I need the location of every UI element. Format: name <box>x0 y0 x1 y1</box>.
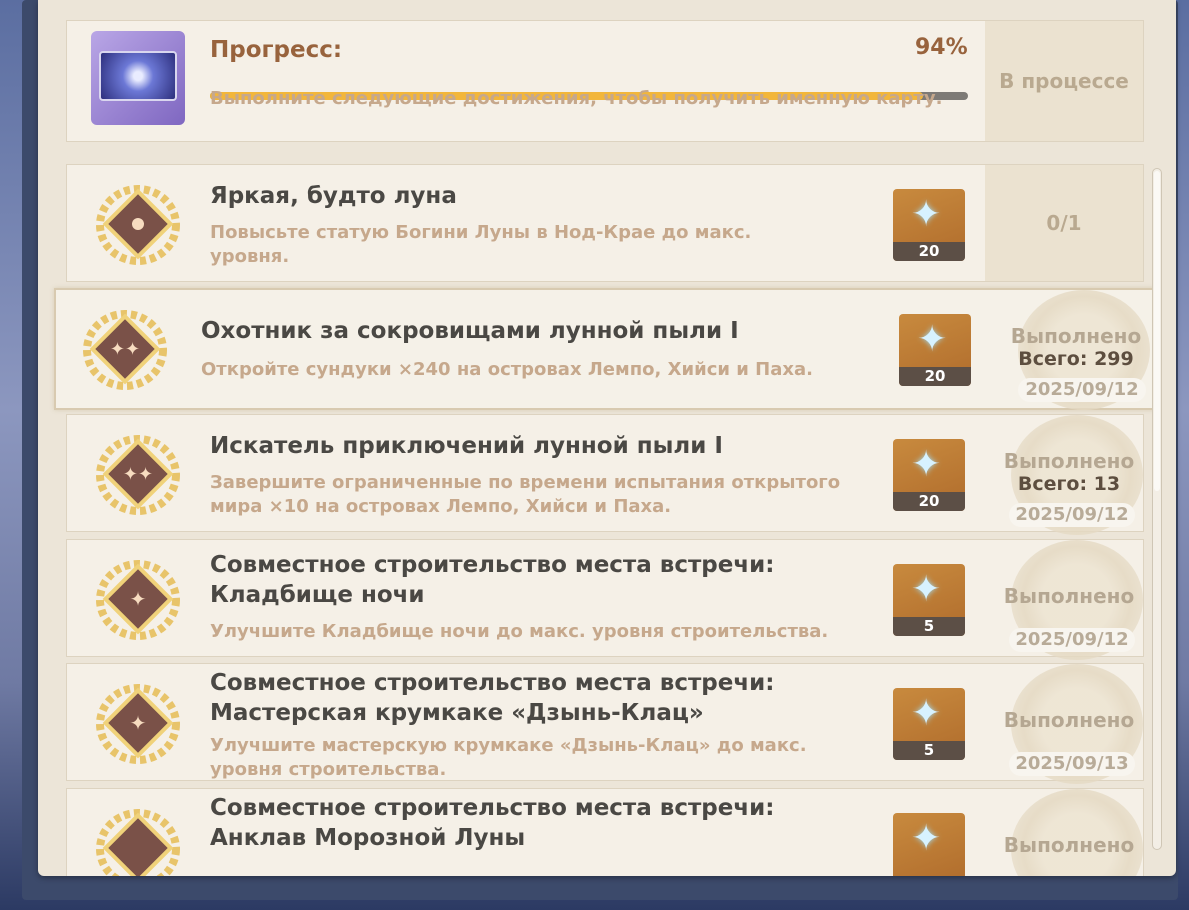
achievement-description: Откройте сундуки ×240 на островах Лемпо,… <box>201 359 813 380</box>
achievement-panel: Прогресс: 94% Выполните следующие достиж… <box>38 0 1176 876</box>
achievement-badge-icon: ✦✦ <box>83 310 167 390</box>
progress-description: Выполните следующие достижения, чтобы по… <box>210 88 943 109</box>
progress-status-box: В процессе <box>985 21 1143 141</box>
achievement-description: Повысьте статую Богини Луны в Нод-Крае д… <box>210 222 752 267</box>
reward-count: 5 <box>893 741 965 760</box>
progress-percent: 94% <box>915 35 968 60</box>
achievement-status: Выполнено <box>1003 833 1135 857</box>
achievement-row-selected[interactable]: ✦✦ Охотник за сокровищами лунной пыли I … <box>54 288 1156 410</box>
achievement-row[interactable]: Яркая, будто луна Повысьте статую Богини… <box>66 164 1144 282</box>
achievement-status: Выполнено <box>1003 449 1135 473</box>
scrollbar-thumb[interactable] <box>1154 171 1160 491</box>
primogem-reward: ✦ 5 <box>893 564 965 636</box>
achievement-badge-icon <box>96 185 180 265</box>
reward-count: 20 <box>899 367 971 386</box>
svg-text:✦✦: ✦✦ <box>110 339 140 360</box>
achievement-row[interactable]: ✦✦ Искатель приключений лунной пыли I За… <box>66 414 1144 535</box>
achievement-title: Совместное строительство места встречи: … <box>210 795 775 851</box>
primogem-reward: ✦ 5 <box>893 688 965 760</box>
achievement-title: Совместное строительство места встречи: … <box>210 670 775 726</box>
progress-card: Прогресс: 94% Выполните следующие достиж… <box>66 20 1144 142</box>
achievement-badge-icon: ✦✦ <box>96 435 180 515</box>
reward-count: 20 <box>893 492 965 511</box>
achievement-total: Всего: 13 <box>1017 473 1121 495</box>
achievement-row[interactable]: ✦ Совместное строительство места встречи… <box>66 539 1144 660</box>
primogem-icon: ✦ <box>911 444 942 485</box>
achievement-title: Искатель приключений лунной пыли I <box>210 433 723 459</box>
achievement-row[interactable]: Совместное строительство места встречи: … <box>66 788 1144 876</box>
achievement-row[interactable]: ✦ Совместное строительство места встречи… <box>66 663 1144 784</box>
primogem-icon: ✦ <box>911 569 942 610</box>
achievement-date: 2025/09/12 <box>1018 378 1146 402</box>
achievement-badge-icon: ✦ <box>96 684 180 764</box>
achievement-total: Всего: 299 <box>1018 348 1134 370</box>
achievement-date: 2025/09/12 <box>1009 503 1135 527</box>
achievement-badge-icon: ✦ <box>96 560 180 640</box>
achievement-title: Яркая, будто луна <box>210 183 457 209</box>
namecard-icon <box>91 31 185 125</box>
svg-text:✦✦: ✦✦ <box>123 464 153 485</box>
achievement-count: 0/1 <box>1046 211 1082 235</box>
primogem-icon: ✦ <box>917 319 948 360</box>
achievement-description: Завершите ограниченные по времени испыта… <box>210 472 841 517</box>
primogem-icon: ✦ <box>911 693 942 734</box>
achievement-status: Выполнено <box>1010 324 1142 348</box>
progress-status: В процессе <box>999 69 1129 93</box>
achievement-description: Улучшите Кладбище ночи до макс. уровня с… <box>210 621 829 642</box>
scrollbar[interactable] <box>1152 168 1162 850</box>
primogem-reward: ✦ 20 <box>893 439 965 511</box>
achievement-count-box: 0/1 <box>985 165 1143 281</box>
primogem-reward: ✦ <box>893 813 965 876</box>
achievement-title: Охотник за сокровищами лунной пыли I <box>201 318 739 344</box>
progress-title: Прогресс: <box>210 37 343 63</box>
reward-count: 5 <box>893 617 965 636</box>
primogem-reward: ✦ 20 <box>899 314 971 386</box>
achievement-status: Выполнено <box>1003 708 1135 732</box>
primogem-icon: ✦ <box>911 818 942 859</box>
achievement-title: Совместное строительство места встречи: … <box>210 552 775 608</box>
primogem-reward: ✦ 20 <box>893 189 965 261</box>
achievement-description: Улучшите мастерскую крумкаке «Дзынь-Клац… <box>210 735 807 780</box>
primogem-icon: ✦ <box>911 194 942 235</box>
achievement-status: Выполнено <box>1003 584 1135 608</box>
reward-count: 20 <box>893 242 965 261</box>
achievement-date: 2025/09/13 <box>1009 752 1135 776</box>
achievement-date: 2025/09/12 <box>1009 628 1135 652</box>
achievement-badge-icon <box>96 809 180 876</box>
svg-text:✦: ✦ <box>130 711 147 735</box>
svg-text:✦: ✦ <box>130 587 147 611</box>
